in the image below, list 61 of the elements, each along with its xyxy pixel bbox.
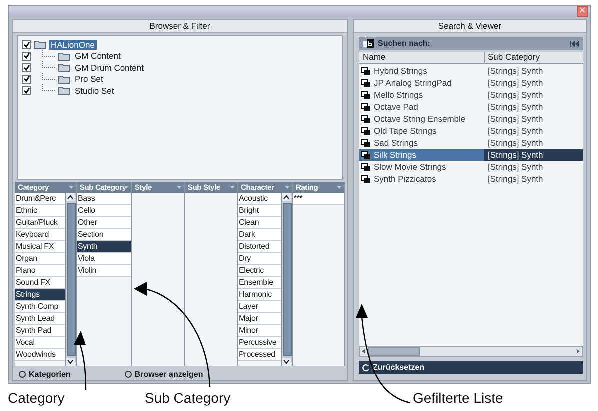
filter-item[interactable]: Viola bbox=[77, 253, 131, 265]
filter-item[interactable]: Synth Comp bbox=[15, 301, 65, 313]
radio-option[interactable]: Kategorien bbox=[19, 370, 71, 378]
tree-item[interactable]: HALionOne bbox=[49, 40, 97, 50]
filter-item[interactable]: Clean bbox=[238, 217, 281, 229]
callout-label: Category bbox=[8, 390, 65, 406]
filter-item[interactable]: Strings bbox=[15, 289, 65, 301]
filter-item[interactable]: Organ bbox=[15, 253, 65, 265]
filter-item[interactable]: *** bbox=[293, 193, 344, 205]
filter-item[interactable]: Vocal bbox=[15, 337, 65, 349]
filter-item[interactable]: Ensemble bbox=[238, 277, 281, 289]
filter-item[interactable]: Other bbox=[77, 217, 131, 229]
filter-item[interactable]: Violin bbox=[77, 265, 131, 277]
tree-item[interactable]: GM Content bbox=[73, 51, 123, 62]
filter-item[interactable]: Piano bbox=[15, 265, 65, 277]
panel-title: Browser & Filter bbox=[13, 20, 347, 33]
filter-item[interactable]: Musical FX bbox=[15, 241, 65, 253]
filter-item[interactable]: Dry bbox=[238, 253, 281, 265]
preset-row[interactable]: Synth Pizzicatos [Strings] Synth bbox=[359, 173, 583, 185]
tree-item[interactable]: Pro Set bbox=[73, 74, 106, 84]
preset-row[interactable]: Hybrid Strings [Strings] Synth bbox=[359, 65, 583, 77]
filter-item[interactable]: Synth bbox=[77, 241, 131, 253]
preset-row[interactable]: Octave String Ensemble [Strings] Synth bbox=[359, 113, 583, 125]
filter-item[interactable]: Processed bbox=[238, 349, 281, 361]
tree-item[interactable]: GM Drum Content bbox=[73, 62, 146, 73]
reset-button[interactable]: Zurücksetzen bbox=[359, 361, 583, 374]
preset-row[interactable]: Sad Strings [Strings] Synth bbox=[359, 137, 583, 149]
search-bar[interactable]: Suchen nach: bbox=[359, 37, 583, 50]
filter-item[interactable]: Distorted bbox=[238, 241, 281, 253]
preset-row[interactable]: Octave Pad [Strings] Synth bbox=[359, 101, 583, 113]
filter-item[interactable]: Synth Lead bbox=[15, 313, 65, 325]
filter-item[interactable]: Dark bbox=[238, 229, 281, 241]
filter-item[interactable]: Synth Pad bbox=[15, 325, 65, 337]
filter-item[interactable]: Drum&Perc bbox=[15, 193, 65, 205]
filter-item[interactable]: Sound FX bbox=[15, 277, 65, 289]
column-header[interactable]: Sub Category bbox=[484, 52, 583, 63]
filter-item[interactable]: Section bbox=[77, 229, 131, 241]
tree-item[interactable]: Studio Set bbox=[73, 86, 116, 96]
filter-item[interactable]: Major bbox=[238, 313, 281, 325]
preset-row[interactable]: Old Tape Strings [Strings] Synth bbox=[359, 125, 583, 137]
filter-item[interactable]: Bass bbox=[77, 193, 131, 205]
callout-label: Sub Category bbox=[145, 390, 231, 406]
filter-item[interactable]: Percussive bbox=[238, 337, 281, 349]
filter-item[interactable]: Bright bbox=[238, 205, 281, 217]
filter-item[interactable]: Woodwinds bbox=[15, 349, 65, 361]
callout-label: Gefilterte Liste bbox=[413, 390, 504, 406]
panel-title: Search & Viewer bbox=[354, 20, 586, 33]
filter-item[interactable]: Keyboard bbox=[15, 229, 65, 241]
column-header[interactable]: Name bbox=[359, 52, 484, 63]
preset-row[interactable]: Mello Strings [Strings] Synth bbox=[359, 89, 583, 101]
filter-item[interactable]: Ethnic bbox=[15, 205, 65, 217]
preset-row[interactable]: JP Analog StringPad [Strings] Synth bbox=[359, 77, 583, 89]
filter-item[interactable]: Minor bbox=[238, 325, 281, 337]
filter-item[interactable]: Layer bbox=[238, 301, 281, 313]
radio-option[interactable]: Browser anzeigen bbox=[124, 370, 204, 378]
filter-item[interactable]: Acoustic bbox=[238, 193, 281, 205]
filter-item[interactable]: Harmonic bbox=[238, 289, 281, 301]
preset-row[interactable]: Slow Movie Strings [Strings] Synth bbox=[359, 161, 583, 173]
filter-item[interactable]: Guitar/Pluck bbox=[15, 217, 65, 229]
filter-item[interactable]: Electric bbox=[238, 265, 281, 277]
filter-item[interactable]: Cello bbox=[77, 205, 131, 217]
